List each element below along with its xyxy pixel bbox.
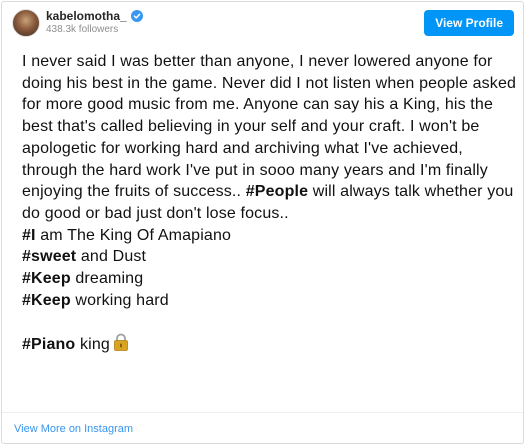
caption-line: #I am The King Of Amapiano — [22, 225, 519, 247]
hashtag-piano[interactable]: #Piano — [22, 336, 75, 353]
caption-line-text: king — [75, 336, 110, 354]
caption-paragraph: I never said I was better than anyone, I… — [22, 51, 519, 225]
post-caption: I never said I was better than anyone, I… — [22, 51, 519, 356]
caption-line-text: dreaming — [70, 270, 144, 288]
caption-line-text: working hard — [70, 291, 169, 309]
view-more-link[interactable]: View More on Instagram — [14, 423, 133, 435]
caption-line: #Keep dreaming — [22, 268, 519, 290]
caption-line: #Piano king — [22, 333, 519, 356]
followers-count: 438.3k followers — [46, 24, 119, 35]
hashtag[interactable]: #Keep — [22, 292, 71, 309]
caption-body: I never said I was better than anyone, I… — [22, 53, 517, 201]
hashtag[interactable]: #Keep — [22, 270, 71, 287]
lock-icon — [114, 333, 128, 352]
username[interactable]: kabelomotha_ — [46, 9, 127, 23]
avatar[interactable] — [12, 9, 40, 37]
caption-line-text: and Dust — [76, 248, 147, 266]
caption-line-text: am The King Of Amapiano — [35, 226, 232, 244]
hashtag[interactable]: #I — [22, 227, 36, 244]
hashtag-people[interactable]: #People — [246, 183, 308, 200]
post-header: kabelomotha_ 438.3k followers View Profi… — [2, 2, 523, 40]
view-profile-button[interactable]: View Profile — [424, 10, 514, 36]
caption-line: #sweet and Dust — [22, 246, 519, 268]
post-footer: View More on Instagram — [2, 412, 523, 446]
caption-line: #Keep working hard — [22, 290, 519, 312]
username-row: kabelomotha_ — [46, 9, 143, 23]
verified-badge-icon — [130, 10, 143, 22]
instagram-embed-card: kabelomotha_ 438.3k followers View Profi… — [1, 1, 524, 444]
hashtag[interactable]: #sweet — [22, 248, 76, 265]
